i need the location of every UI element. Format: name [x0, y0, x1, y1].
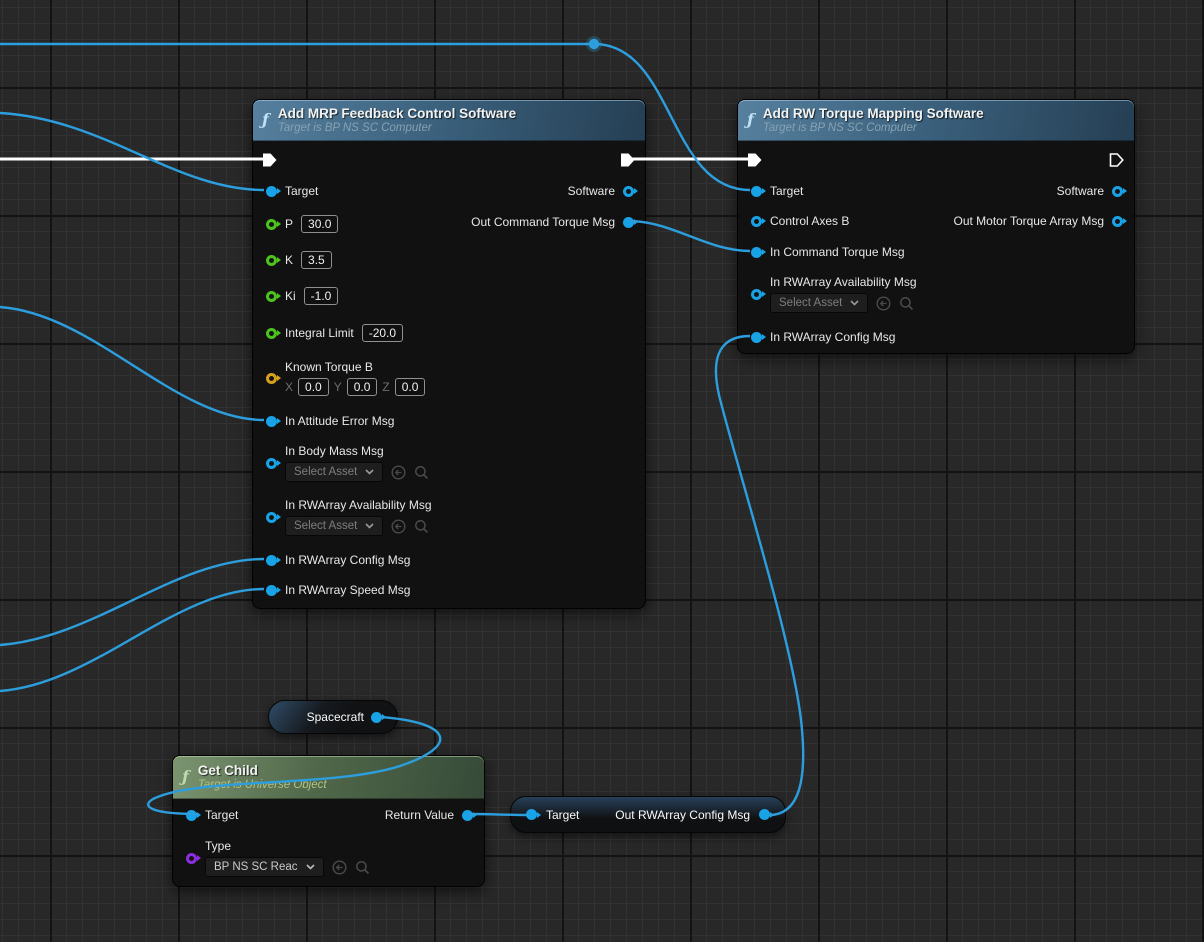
pin-label: Control Axes B [770, 214, 849, 228]
node-header[interactable]: ƒ Add MRP Feedback Control Software Targ… [253, 100, 645, 141]
pin-label: In Attitude Error Msg [285, 414, 394, 428]
node-title: Add MRP Feedback Control Software [278, 106, 516, 121]
target-input-pin[interactable] [186, 810, 197, 821]
y-axis-label: Y [334, 380, 342, 394]
body-mass-asset-dropdown[interactable]: Select Asset [285, 462, 383, 482]
pin-label: Known Torque B [285, 360, 425, 374]
pin-label: Target [546, 808, 579, 822]
x-value-field[interactable]: 0.0 [298, 378, 329, 396]
node-spacecraft-variable[interactable]: Spacecraft [268, 700, 398, 734]
y-value-field[interactable]: 0.0 [347, 378, 378, 396]
pin-label: In RWArray Config Msg [770, 330, 895, 344]
node-subtitle: Target is BP NS SC Computer [763, 122, 984, 134]
rwarray-availability-asset-dropdown[interactable]: Select Asset [285, 516, 383, 536]
software-output-pin[interactable] [623, 186, 634, 197]
out-command-torque-msg-pin[interactable] [623, 217, 634, 228]
integral-limit-input-pin[interactable] [266, 328, 277, 339]
in-rwarray-config-msg-pin[interactable] [751, 332, 762, 343]
pin-label: P [285, 217, 293, 231]
browse-asset-icon[interactable] [414, 519, 429, 534]
in-command-torque-msg-pin[interactable] [751, 247, 762, 258]
pin-label: Out Motor Torque Array Msg [953, 214, 1104, 228]
rwarray-availability-asset-dropdown[interactable]: Select Asset [770, 293, 868, 313]
exec-in-pin[interactable] [262, 153, 278, 168]
pin-label: In Body Mass Msg [285, 444, 429, 458]
function-icon: ƒ [262, 112, 269, 128]
node-title: Get Child [198, 763, 327, 778]
node-title: Add RW Torque Mapping Software [763, 106, 984, 121]
use-selected-asset-icon[interactable] [332, 860, 347, 875]
k-value-field[interactable]: 3.5 [301, 251, 332, 269]
k-input-pin[interactable] [266, 255, 277, 266]
node-add-rw-torque-mapping-software[interactable]: ƒ Add RW Torque Mapping Software Target … [737, 99, 1135, 354]
pin-label: K [285, 253, 293, 267]
pin-label: Target [205, 808, 238, 822]
target-input-pin[interactable] [266, 186, 277, 197]
p-input-pin[interactable] [266, 219, 277, 230]
pin-label: In Command Torque Msg [770, 245, 905, 259]
pin-label: Return Value [385, 808, 454, 822]
pin-label: In RWArray Speed Msg [285, 583, 410, 597]
z-value-field[interactable]: 0.0 [395, 378, 426, 396]
variable-label: Spacecraft [307, 710, 364, 724]
ki-value-field[interactable]: -1.0 [304, 287, 339, 305]
node-header[interactable]: ƒ Add RW Torque Mapping Software Target … [738, 100, 1134, 141]
known-torque-b-input-pin[interactable] [266, 373, 277, 384]
chevron-down-icon [306, 864, 315, 870]
browse-asset-icon[interactable] [899, 296, 914, 311]
pin-label: Ki [285, 289, 296, 303]
exec-out-pin[interactable] [1109, 153, 1125, 168]
chevron-down-icon [365, 469, 374, 475]
pin-label: Type [205, 839, 370, 853]
type-input-pin[interactable] [186, 853, 197, 864]
in-rwarray-availability-msg-pin[interactable] [751, 289, 762, 300]
node-get-child[interactable]: ƒ Get Child Target is Universe Object Ta… [172, 755, 485, 887]
node-add-mrp-feedback-control-software[interactable]: ƒ Add MRP Feedback Control Software Targ… [252, 99, 646, 609]
x-axis-label: X [285, 380, 293, 394]
function-icon: ƒ [747, 112, 754, 128]
use-selected-asset-icon[interactable] [391, 465, 406, 480]
node-header[interactable]: ƒ Get Child Target is Universe Object [173, 756, 484, 799]
in-rwarray-speed-msg-pin[interactable] [266, 585, 277, 596]
ki-input-pin[interactable] [266, 291, 277, 302]
pin-label: Software [568, 184, 615, 198]
pin-label: Target [285, 184, 318, 198]
pin-label: Out Command Torque Msg [471, 215, 615, 229]
chevron-down-icon [850, 300, 859, 306]
target-input-pin[interactable] [526, 809, 537, 820]
exec-in-pin[interactable] [747, 153, 763, 168]
browse-asset-icon[interactable] [414, 465, 429, 480]
use-selected-asset-icon[interactable] [391, 519, 406, 534]
in-attitude-error-msg-pin[interactable] [266, 416, 277, 427]
exec-out-pin[interactable] [620, 153, 636, 168]
function-icon: ƒ [182, 769, 189, 785]
in-rwarray-config-msg-pin[interactable] [266, 555, 277, 566]
node-out-rwarray-config-msg[interactable]: Target Out RWArray Config Msg [510, 796, 786, 833]
pin-label: Target [770, 184, 803, 198]
browse-asset-icon[interactable] [355, 860, 370, 875]
node-subtitle: Target is BP NS SC Computer [278, 122, 516, 134]
pin-label: In RWArray Config Msg [285, 553, 410, 567]
software-output-pin[interactable] [1112, 186, 1123, 197]
type-class-dropdown[interactable]: BP NS SC Reac [205, 857, 324, 877]
return-value-output-pin[interactable] [462, 810, 473, 821]
chevron-down-icon [365, 523, 374, 529]
out-motor-torque-array-msg-pin[interactable] [1112, 216, 1123, 227]
in-rwarray-availability-msg-pin[interactable] [266, 512, 277, 523]
p-value-field[interactable]: 30.0 [301, 215, 338, 233]
pin-label: In RWArray Availability Msg [770, 275, 917, 289]
spacecraft-output-pin[interactable] [371, 712, 382, 723]
pin-label: In RWArray Availability Msg [285, 498, 432, 512]
pin-label: Out RWArray Config Msg [615, 808, 750, 822]
pin-label: Integral Limit [285, 326, 354, 340]
z-axis-label: Z [382, 380, 389, 394]
target-input-pin[interactable] [751, 186, 762, 197]
node-subtitle: Target is Universe Object [198, 779, 327, 791]
control-axes-b-input-pin[interactable] [751, 216, 762, 227]
pin-label: Software [1057, 184, 1104, 198]
out-rwarray-config-msg-pin[interactable] [759, 809, 770, 820]
integral-limit-value-field[interactable]: -20.0 [362, 324, 403, 342]
use-selected-asset-icon[interactable] [876, 296, 891, 311]
in-body-mass-msg-pin[interactable] [266, 458, 277, 469]
